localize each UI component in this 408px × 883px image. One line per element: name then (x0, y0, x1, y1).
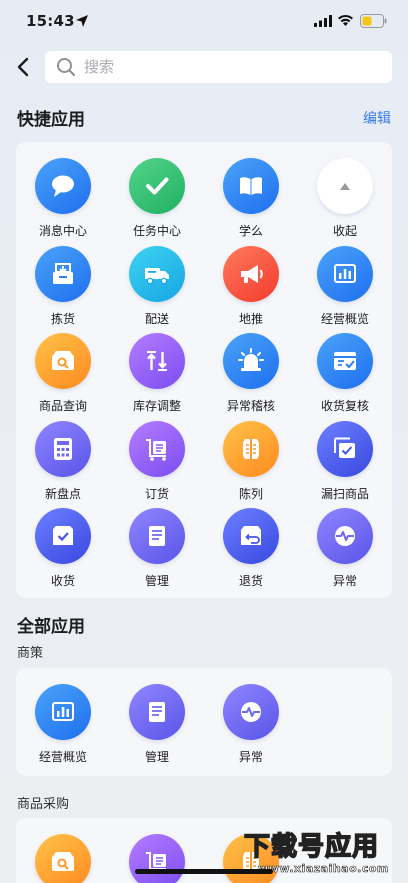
box-icon (35, 245, 91, 302)
app-label: 学么 (238, 224, 263, 238)
edit-button[interactable]: 编辑 (363, 108, 391, 128)
app-pulse[interactable]: 异常 (204, 684, 298, 765)
search-icon (57, 58, 76, 77)
all-apps-title: 全部应用 (17, 617, 85, 637)
app-search-box[interactable] (16, 834, 110, 883)
cellular-signal-icon (314, 15, 332, 27)
app-label: 经营概览 (320, 311, 369, 326)
search-input[interactable] (84, 58, 364, 76)
app-receipt-check[interactable]: 收货复核 (298, 333, 392, 414)
app-document[interactable]: 管理 (110, 508, 204, 589)
app-label: 拣货 (50, 311, 75, 326)
app-book[interactable]: 学么 (204, 158, 298, 239)
app-label: 任务中心 (132, 224, 181, 238)
pulse-icon (223, 684, 279, 740)
home-indicator (135, 869, 273, 874)
app-checkmark[interactable]: 任务中心 (110, 158, 204, 239)
search-box-icon (35, 834, 91, 883)
shelf-icon (223, 420, 279, 477)
megaphone-icon (223, 245, 279, 302)
app-calculator[interactable]: 新盘点 (16, 420, 110, 502)
app-alarm-light[interactable]: 异常稽核 (204, 333, 298, 414)
app-document[interactable]: 管理 (110, 684, 204, 765)
watermark-url: www.xiazaihao.com (258, 862, 389, 876)
app-bar-chart[interactable]: 经营概览 (16, 684, 110, 765)
wifi-icon (338, 14, 353, 26)
app-label: 漏扫商品 (320, 486, 369, 501)
back-button[interactable] (12, 54, 34, 80)
app-pulse[interactable]: 异常 (298, 508, 392, 589)
quick-apps-card: 消息中心 任务中心 学么 收起拣货 配送 地推 经营概览商品查询 库存调整 异常稽核 收货复核新盘… (16, 142, 392, 598)
app-collapse-arrow[interactable]: 收起 (298, 158, 392, 239)
copy-check-icon (317, 420, 373, 477)
document-icon (129, 508, 185, 564)
receipt-check-icon (317, 333, 373, 389)
document-icon (129, 684, 185, 740)
app-label: 异常稽核 (226, 399, 275, 413)
alarm-light-icon (223, 333, 279, 389)
status-time: 15:43 (26, 12, 75, 30)
calculator-icon (35, 420, 91, 477)
chat-bubble-icon (35, 158, 91, 214)
bar-chart-icon (35, 684, 91, 740)
collapse-arrow-icon (317, 158, 373, 214)
app-label: 地推 (238, 311, 263, 326)
app-label: 收起 (332, 224, 357, 238)
app-search-box[interactable]: 商品查询 (16, 333, 110, 414)
app-label: 陈列 (238, 486, 263, 501)
app-bar-chart[interactable]: 经营概览 (298, 245, 392, 327)
group-label-shangce: 商策 (17, 646, 44, 661)
app-label: 订货 (144, 486, 169, 501)
cart-doc-icon (129, 420, 185, 477)
group-label-procurement: 商品采购 (17, 797, 70, 812)
app-label: 异常 (332, 574, 357, 588)
app-truck[interactable]: 配送 (110, 245, 204, 327)
checkmark-icon (129, 158, 185, 214)
truck-icon (129, 245, 185, 302)
pulse-icon (317, 508, 373, 564)
app-label: 退货 (238, 574, 263, 588)
app-cart-doc[interactable] (110, 834, 204, 883)
location-arrow-icon (76, 15, 88, 27)
book-icon (223, 158, 279, 214)
app-cart-doc[interactable]: 订货 (110, 420, 204, 502)
status-bar: 15:43 (0, 0, 408, 44)
app-return-box[interactable]: 退货 (204, 508, 298, 589)
app-label: 新盘点 (44, 486, 81, 501)
app-arrows-updown[interactable]: 库存调整 (110, 333, 204, 414)
app-label: 商品查询 (38, 399, 87, 413)
app-chat-bubble[interactable]: 消息中心 (16, 158, 110, 239)
app-box[interactable]: 拣货 (16, 245, 110, 327)
inbox-check-icon (35, 508, 91, 564)
app-copy-check[interactable]: 漏扫商品 (298, 420, 392, 502)
app-label: 经营概览 (38, 750, 87, 764)
app-label: 配送 (144, 311, 169, 326)
search-box[interactable] (45, 51, 392, 83)
search-box-icon (35, 333, 91, 389)
arrows-updown-icon (129, 333, 185, 389)
app-label: 收货 (50, 574, 75, 588)
battery-low-icon (360, 14, 387, 28)
app-label: 库存调整 (132, 399, 181, 413)
app-label: 管理 (144, 574, 169, 588)
app-label: 消息中心 (38, 224, 87, 238)
cart-doc-icon (129, 834, 185, 883)
quick-apps-title: 快捷应用 (17, 110, 85, 130)
app-label: 收货复核 (320, 399, 369, 413)
app-label: 管理 (144, 750, 169, 764)
group-card-shangce: 经营概览 管理 异常 (16, 668, 392, 776)
chevron-left-icon (17, 57, 29, 77)
app-label: 异常 (238, 750, 263, 764)
bar-chart-icon (317, 245, 373, 302)
app-shelf[interactable]: 陈列 (204, 420, 298, 502)
watermark-title: 下载号应用 (243, 831, 380, 863)
return-box-icon (223, 508, 279, 564)
app-inbox-check[interactable]: 收货 (16, 508, 110, 589)
app-megaphone[interactable]: 地推 (204, 245, 298, 327)
